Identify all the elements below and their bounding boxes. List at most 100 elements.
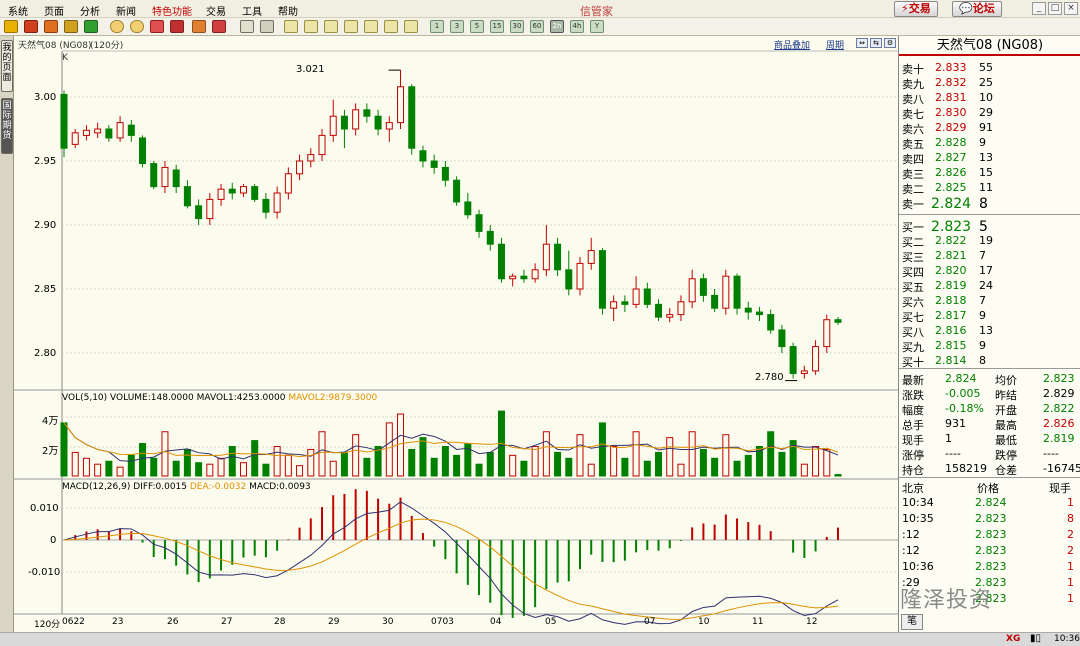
ticks-header-time: 北京 xyxy=(902,482,924,495)
tab-ticks[interactable]: 笔 xyxy=(901,614,923,630)
period-button-b[interactable] xyxy=(304,20,318,33)
chart-icon[interactable] xyxy=(260,20,274,33)
menu-tools[interactable]: 工具 xyxy=(242,3,262,18)
period-year-button[interactable]: Y xyxy=(590,20,604,33)
chart-area[interactable]: 天然气08 (NG08) (120分) K 商品叠加 周期 ⇔ ⇆ ⚙ 3.00… xyxy=(14,36,898,632)
refresh-icon[interactable] xyxy=(84,20,98,33)
folder-icon[interactable] xyxy=(64,20,78,33)
home-icon[interactable] xyxy=(24,20,38,33)
table-icon[interactable] xyxy=(240,20,254,33)
menu-page[interactable]: 页面 xyxy=(44,3,64,18)
forum-button[interactable]: 💬论坛 xyxy=(952,1,1002,17)
macd-legend-prefix: MACD(12,26,9) xyxy=(62,482,131,492)
period-60-button[interactable]: 60 xyxy=(530,20,544,33)
ask-price: 2.832 xyxy=(935,76,967,89)
menu-analysis[interactable]: 分析 xyxy=(80,3,100,18)
volume-bar xyxy=(441,446,449,477)
volume-bar xyxy=(778,451,786,477)
stat-value: 2.829 xyxy=(1043,387,1075,400)
period-button-d[interactable] xyxy=(344,20,358,33)
period-3-button[interactable]: 3 xyxy=(450,20,464,33)
period-button-f[interactable] xyxy=(384,20,398,33)
target-icon[interactable] xyxy=(150,20,164,33)
volume-bar xyxy=(576,434,584,477)
overlay-link[interactable]: 商品叠加 xyxy=(774,38,810,51)
volume-bar xyxy=(475,463,483,477)
ask-volume: 15 xyxy=(979,166,993,179)
bell-icon[interactable] xyxy=(192,20,206,33)
candle-body xyxy=(509,275,517,280)
candle-body xyxy=(116,122,124,139)
chart-type-label: K xyxy=(62,53,68,63)
menu-help[interactable]: 帮助 xyxy=(278,3,298,18)
menu-features[interactable]: 特色功能 xyxy=(152,3,192,18)
signal-icon: ▮▯ xyxy=(1030,633,1042,644)
candle-body xyxy=(397,86,405,124)
candle-body xyxy=(430,160,438,168)
candle-body xyxy=(105,128,113,139)
brand-badge: XG xyxy=(1006,634,1021,644)
volume-bar xyxy=(340,451,348,477)
ask-price: 2.826 xyxy=(935,166,967,179)
collapse-icon[interactable]: ⇆ xyxy=(870,38,882,48)
period-30-button[interactable]: 30 xyxy=(510,20,524,33)
pen-icon[interactable] xyxy=(170,20,184,33)
minimize-icon[interactable]: _ xyxy=(1032,2,1046,15)
volume-bar xyxy=(82,457,90,477)
menu-news[interactable]: 新闻 xyxy=(116,3,136,18)
bid-volume: 17 xyxy=(979,264,993,277)
volume-bar xyxy=(419,437,427,477)
zoom-in-icon[interactable] xyxy=(110,20,124,33)
menu-trade[interactable]: 交易 xyxy=(206,3,226,18)
x-tick: 05 xyxy=(545,617,557,627)
ask-volume: 10 xyxy=(979,91,993,104)
toolbar: 1 3 5 15 30 60 2h 4h Y xyxy=(0,18,1080,36)
bid-price: 2.814 xyxy=(935,354,967,367)
volume-bar xyxy=(262,463,270,477)
ask-price: 2.824 xyxy=(931,196,972,212)
candle-body xyxy=(834,319,842,323)
bid-price: 2.815 xyxy=(935,339,967,352)
candle-body xyxy=(139,137,147,165)
period-1-button[interactable]: 1 xyxy=(430,20,444,33)
candle-body xyxy=(419,150,427,162)
filter-icon[interactable] xyxy=(212,20,226,33)
tab-intl-futures[interactable]: 国际期货 xyxy=(1,98,13,154)
expand-icon[interactable]: ⇔ xyxy=(856,38,868,48)
stat-label: 持仓 xyxy=(902,464,924,477)
zoom-out-icon[interactable] xyxy=(130,20,144,33)
cycle-link[interactable]: 周期 xyxy=(826,38,844,51)
candle-body xyxy=(363,109,371,117)
stat-label: 仓差 xyxy=(995,464,1017,477)
period-button-a[interactable] xyxy=(284,20,298,33)
menu-system[interactable]: 系统 xyxy=(8,3,28,18)
period-button-g[interactable] xyxy=(404,20,418,33)
stat-value: 2.819 xyxy=(1043,432,1075,445)
kline-chart-svg[interactable] xyxy=(14,36,898,632)
bid-row: 买三 2.821 7 xyxy=(899,248,1080,264)
volume-bar xyxy=(554,451,562,477)
volume-bar xyxy=(116,466,124,477)
macd-tick: 0 xyxy=(50,535,57,546)
trade-button[interactable]: ⚡交易 xyxy=(894,1,938,17)
settings-icon[interactable]: ⚙ xyxy=(884,38,896,48)
period-2h-button[interactable]: 2h xyxy=(550,20,564,33)
period-button-e[interactable] xyxy=(364,20,378,33)
volume-bar xyxy=(385,422,393,477)
bid-row: 买五 2.819 24 xyxy=(899,278,1080,294)
period-5-button[interactable]: 5 xyxy=(470,20,484,33)
candle-body xyxy=(610,301,618,309)
close-icon[interactable]: × xyxy=(1064,2,1078,15)
tab-my-page[interactable]: 我的页面 xyxy=(1,40,13,92)
stat-value: 931 xyxy=(945,417,966,430)
volume-bar xyxy=(733,460,741,477)
back-icon[interactable] xyxy=(4,20,18,33)
book-icon[interactable] xyxy=(44,20,58,33)
stat-row: 最新 2.824 均价 2.823 xyxy=(899,371,1080,387)
bid-price: 2.818 xyxy=(935,294,967,307)
period-4h-button[interactable]: 4h xyxy=(570,20,584,33)
period-15-button[interactable]: 15 xyxy=(490,20,504,33)
candle-body xyxy=(531,269,539,280)
period-button-c[interactable] xyxy=(324,20,338,33)
maximize-icon[interactable]: □ xyxy=(1048,2,1062,15)
